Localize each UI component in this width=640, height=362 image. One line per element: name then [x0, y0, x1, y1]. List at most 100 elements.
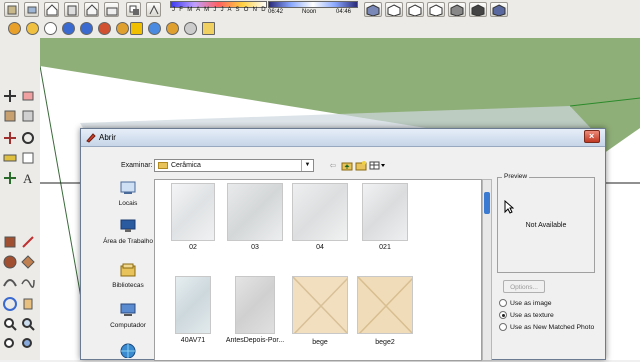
new-folder-icon[interactable] [355, 160, 367, 171]
open-dialog: Abrir × Examinar: Cerâmica ▼ ⇦ Locais Ár… [80, 128, 606, 362]
svg-text:A: A [23, 171, 33, 186]
place-desktop[interactable]: Área de Trabalho [103, 218, 153, 245]
component-icon[interactable] [4, 2, 19, 17]
hand-icon[interactable] [20, 296, 36, 312]
house-icon[interactable] [44, 2, 59, 17]
circle-icon[interactable] [2, 254, 18, 270]
push-pull-icon[interactable] [20, 108, 36, 124]
file-thumbnail [357, 276, 415, 336]
orbit-icon[interactable] [2, 296, 18, 312]
fog-icon[interactable] [146, 2, 161, 17]
bottom-view-icon[interactable] [490, 2, 508, 17]
month-slider[interactable]: J F M A M J J A S O N D [170, 1, 267, 19]
shadow-toggle-icon[interactable] [126, 2, 141, 17]
axes-icon[interactable] [2, 170, 18, 186]
place-desktop-label: Área de Trabalho [103, 238, 153, 245]
file-item[interactable]: 04 [288, 183, 352, 251]
file-thumbnail [171, 183, 215, 241]
light-bulb-icon[interactable] [116, 22, 129, 35]
zoom-extents-icon[interactable] [2, 336, 18, 352]
preview-panel: Preview Not Available [497, 173, 595, 273]
paint-style-icon[interactable] [26, 22, 39, 35]
radio-button[interactable] [499, 299, 507, 307]
file-name: 021 [379, 244, 391, 251]
pan-icon[interactable] [2, 88, 18, 104]
time-slider[interactable]: 06:42 Noon 04:46 [268, 1, 358, 19]
file-item[interactable]: 40AV71 [161, 276, 225, 344]
left-view-icon[interactable] [469, 2, 487, 17]
file-item[interactable]: 02 [161, 183, 225, 251]
time-noon-label: Noon [302, 9, 317, 15]
paint-bucket-icon [86, 133, 96, 143]
scrollbar-thumb[interactable] [484, 192, 490, 214]
warehouse-icon[interactable] [104, 2, 119, 17]
building-icon[interactable] [64, 2, 79, 17]
up-folder-icon[interactable] [341, 160, 353, 171]
close-icon: × [589, 131, 595, 141]
sky-style-icon[interactable] [148, 22, 161, 35]
back-view-icon[interactable] [448, 2, 466, 17]
eraser-icon[interactable] [20, 88, 36, 104]
use-as-texture-option[interactable]: Use as texture [499, 311, 554, 319]
time-slider-bar[interactable] [268, 1, 358, 8]
warning-style-icon[interactable] [44, 22, 57, 35]
use-as-matched-photo-option[interactable]: Use as New Matched Photo [499, 323, 594, 331]
polygon-icon[interactable] [20, 254, 36, 270]
top-view-icon[interactable] [385, 2, 403, 17]
tool-palette: A [0, 38, 41, 360]
close-button[interactable]: × [584, 130, 600, 143]
arc-icon[interactable] [2, 274, 18, 290]
file-item[interactable]: 021 [353, 183, 417, 251]
crossed-icon[interactable] [202, 22, 215, 35]
place-computer[interactable]: Computador [103, 302, 153, 329]
front-view-icon[interactable] [406, 2, 424, 17]
right-view-icon[interactable] [427, 2, 445, 17]
place-recent[interactable]: Locais [103, 180, 153, 207]
use-as-image-label: Use as image [510, 299, 552, 307]
r-style-icon[interactable] [80, 22, 93, 35]
view-menu-icon[interactable] [369, 160, 387, 171]
radio-button[interactable] [499, 323, 507, 331]
month-letters: J F M A M J J A S O N D [172, 7, 267, 13]
render-icon[interactable] [166, 22, 179, 35]
file-item[interactable]: 03 [223, 183, 287, 251]
h-style-icon[interactable] [98, 22, 111, 35]
sphere-icon[interactable] [184, 22, 197, 35]
p-style-icon[interactable] [62, 22, 75, 35]
text-icon[interactable]: A [20, 170, 36, 186]
home-icon[interactable] [84, 2, 99, 17]
file-list-scrollbar[interactable] [482, 179, 492, 361]
freehand-icon[interactable] [20, 274, 36, 290]
place-libraries[interactable]: Bibliotecas [103, 262, 153, 289]
tape-measure-icon[interactable] [2, 150, 18, 166]
chevron-down-icon[interactable]: ▼ [301, 160, 313, 171]
zoom-window-icon[interactable] [20, 316, 36, 332]
select-icon[interactable] [2, 234, 18, 250]
sun-style-icon[interactable] [130, 22, 143, 35]
file-thumbnail [175, 276, 211, 334]
zoom-icon[interactable] [2, 316, 18, 332]
use-as-image-option[interactable]: Use as image [499, 299, 552, 307]
file-name: bege [312, 339, 328, 346]
scale-icon[interactable] [20, 150, 36, 166]
back-arrow-icon[interactable]: ⇦ [327, 160, 339, 171]
file-item[interactable]: bege [288, 276, 352, 346]
pencil-icon[interactable] [20, 234, 36, 250]
time-end-label: 04:46 [336, 9, 352, 15]
place-network[interactable] [103, 342, 153, 362]
options-button[interactable]: Options... [503, 280, 545, 293]
radio-button-selected[interactable] [499, 311, 507, 319]
layer-icon[interactable] [24, 2, 39, 17]
file-item[interactable]: AntesDepois-Por... [223, 276, 287, 344]
dialog-titlebar[interactable]: Abrir × [81, 129, 605, 147]
iso-view-icon[interactable] [364, 2, 382, 17]
move-icon[interactable] [2, 130, 18, 146]
file-list[interactable]: 02 03 04 021 40AV71 AntesDepois-Por... b… [154, 179, 482, 361]
m-style-icon[interactable] [8, 22, 21, 35]
previous-view-icon[interactable] [20, 336, 36, 352]
file-item[interactable]: bege2 [353, 276, 417, 346]
rotate-icon[interactable] [20, 130, 36, 146]
look-in-dropdown[interactable]: Cerâmica ▼ [154, 159, 314, 172]
box-icon[interactable] [2, 108, 18, 124]
preview-title: Preview [502, 173, 530, 180]
